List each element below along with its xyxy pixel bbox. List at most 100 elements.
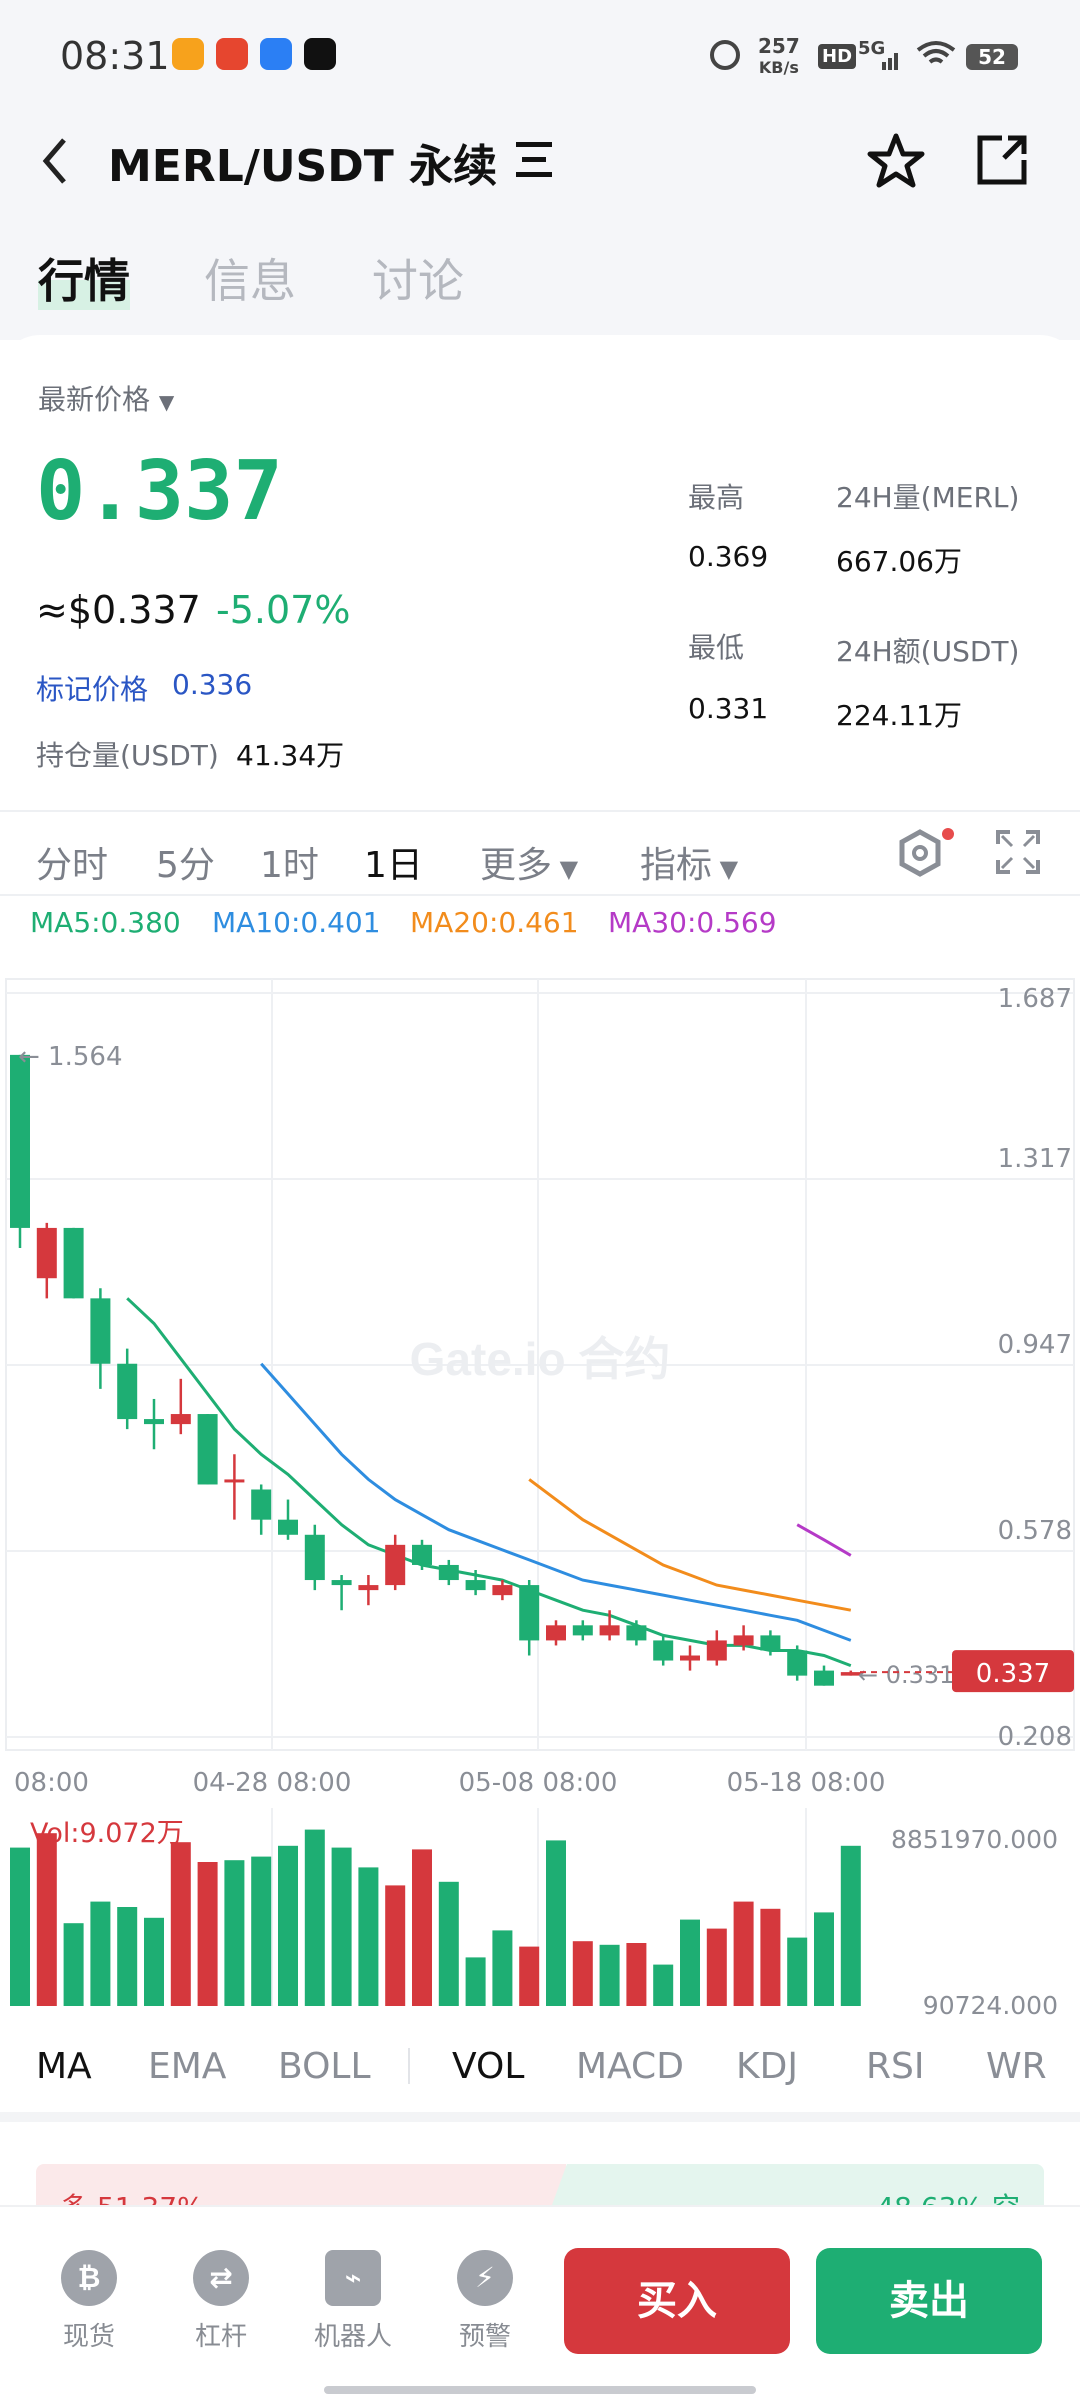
candle-body bbox=[197, 1414, 218, 1485]
vol24-value: 667.06万 bbox=[836, 545, 962, 578]
volume-chart[interactable]: Vol:9.072万 8851970.000 90724.000 bbox=[0, 1808, 1080, 2028]
nav-robot-label: 机器人 bbox=[313, 2322, 392, 2352]
signal-bars-icon bbox=[882, 53, 898, 70]
home-indicator[interactable] bbox=[324, 2386, 756, 2394]
nav-leverage[interactable]: ⇄ 杠杆 bbox=[166, 2250, 276, 2353]
nav-spot[interactable]: ₿ 现货 bbox=[34, 2250, 144, 2353]
volume-bar bbox=[760, 1908, 781, 2006]
nav-robot[interactable]: ⌁ 机器人 bbox=[298, 2250, 408, 2353]
max-price-marker: ← 1.564 bbox=[18, 1042, 122, 1072]
volume-bar bbox=[438, 1881, 459, 2006]
y-axis-label: 0.208 bbox=[998, 1722, 1072, 1752]
candle-body bbox=[278, 1519, 298, 1535]
candle-body bbox=[412, 1544, 432, 1565]
candle-body bbox=[626, 1625, 647, 1641]
candle-body bbox=[599, 1625, 620, 1636]
indicator-tab-vol[interactable]: VOL bbox=[452, 2046, 524, 2087]
volume-min-label: 90724.000 bbox=[923, 1991, 1058, 2020]
indicator-tab-kdj[interactable]: KDJ bbox=[736, 2046, 798, 2087]
high-label: 最高 bbox=[688, 481, 745, 514]
price-type-selector[interactable]: 最新价格 ▼ bbox=[38, 378, 174, 418]
ma10-legend: MA10:0.401 bbox=[212, 906, 381, 939]
volume-bar bbox=[680, 1919, 700, 2006]
indicator-tab-boll[interactable]: BOLL bbox=[278, 2046, 371, 2087]
candle-body bbox=[144, 1419, 164, 1425]
usd-price: ≈$0.337 bbox=[36, 588, 201, 632]
volume-bar bbox=[90, 1901, 111, 2006]
candle-body bbox=[224, 1479, 245, 1483]
candle-body bbox=[251, 1489, 272, 1520]
indicator-tab-ema[interactable]: EMA bbox=[148, 2046, 226, 2087]
tab-discussion[interactable]: 讨论 bbox=[372, 245, 464, 311]
pair-title[interactable]: MERL/USDT 永续 bbox=[108, 130, 497, 194]
buy-button[interactable]: 买入 bbox=[564, 2248, 790, 2354]
x-axis-label: 05-18 08:00 bbox=[727, 1768, 886, 1798]
volume-bar bbox=[358, 1867, 379, 2006]
ma30-legend: MA30:0.569 bbox=[608, 906, 777, 939]
current-price-tag-text: 0.337 bbox=[976, 1659, 1050, 1689]
period-tab-5m[interactable]: 5分 bbox=[156, 836, 215, 888]
divider bbox=[0, 810, 1080, 812]
volume-bar bbox=[10, 1847, 30, 2006]
volume-bar bbox=[63, 1923, 84, 2006]
indicator-tab-ma[interactable]: MA bbox=[36, 2046, 92, 2087]
chart-settings-icon[interactable] bbox=[894, 826, 956, 882]
hd-badge: HD bbox=[818, 44, 857, 69]
volume-bar bbox=[385, 1885, 406, 2006]
volume-bar bbox=[412, 1849, 432, 2006]
candle-body bbox=[706, 1640, 727, 1661]
net-speed-unit: KB/s bbox=[758, 58, 799, 77]
low-label: 最低 bbox=[688, 631, 745, 664]
fullscreen-icon[interactable] bbox=[994, 828, 1042, 876]
period-tab-1d[interactable]: 1日 bbox=[364, 836, 423, 888]
amount24-value: 224.11万 bbox=[836, 699, 962, 732]
nav-alert[interactable]: ⚡ 预警 bbox=[430, 2250, 540, 2353]
y-axis-label: 0.578 bbox=[998, 1516, 1072, 1546]
volume-bar bbox=[840, 1845, 861, 2006]
period-tab-1h[interactable]: 1时 bbox=[260, 836, 319, 888]
tab-info[interactable]: 信息 bbox=[204, 245, 296, 311]
app-notification-icon bbox=[260, 38, 292, 70]
candle-body bbox=[304, 1534, 325, 1581]
candlestick-chart[interactable]: Gate.io 合约 1.687 1.317 0.947 0.578 0.208 ← 1.5… bbox=[0, 975, 1080, 1805]
volume-bar bbox=[144, 1917, 164, 2006]
volume-bar bbox=[331, 1847, 352, 2006]
sell-button[interactable]: 卖出 bbox=[816, 2248, 1042, 2354]
tab-market[interactable]: 行情 bbox=[38, 245, 130, 311]
candle-body bbox=[546, 1625, 566, 1641]
volume-bar bbox=[814, 1912, 834, 2006]
menu-icon[interactable] bbox=[512, 138, 556, 182]
share-icon[interactable] bbox=[974, 132, 1030, 188]
candle-body bbox=[117, 1363, 138, 1420]
period-tab-timeshare[interactable]: 分时 bbox=[36, 836, 108, 888]
candle-body bbox=[492, 1585, 513, 1596]
y-axis-label: 0.947 bbox=[998, 1330, 1072, 1360]
bitcoin-icon: ₿ bbox=[61, 2250, 117, 2306]
tiktok-icon bbox=[304, 38, 336, 70]
alarm-icon bbox=[710, 40, 740, 70]
volume-bar bbox=[170, 1842, 191, 2006]
indicator-tab-macd[interactable]: MACD bbox=[576, 2046, 684, 2087]
period-tab-more[interactable]: 更多 ▼ bbox=[480, 836, 578, 888]
nav-alert-label: 预警 bbox=[458, 2322, 511, 2352]
volume-bar bbox=[653, 1964, 674, 2006]
indicator-tab-rsi[interactable]: RSI bbox=[866, 2046, 924, 2087]
indicator-tab-wr[interactable]: WR bbox=[986, 2046, 1047, 2087]
more-label: 更多 bbox=[480, 845, 553, 886]
volume-bar bbox=[787, 1937, 808, 2006]
volume-bar bbox=[465, 1957, 486, 2006]
section-separator bbox=[0, 2112, 1080, 2122]
weibo-icon bbox=[216, 38, 248, 70]
candle-body bbox=[170, 1414, 191, 1425]
back-arrow-icon[interactable] bbox=[38, 136, 72, 186]
y-axis-label: 1.317 bbox=[998, 1144, 1072, 1174]
favorite-star-icon[interactable] bbox=[866, 132, 926, 190]
clock: 08:31 bbox=[60, 34, 170, 78]
volume-max-label: 8851970.000 bbox=[891, 1825, 1058, 1854]
period-tab-indicators[interactable]: 指标 ▼ bbox=[640, 836, 738, 888]
price-type-label: 最新价格 bbox=[38, 383, 151, 416]
candle-body bbox=[385, 1544, 406, 1586]
volume-bar bbox=[224, 1860, 245, 2006]
candle-body bbox=[680, 1655, 700, 1661]
min-price-marker: ← 0.331 bbox=[858, 1661, 954, 1689]
